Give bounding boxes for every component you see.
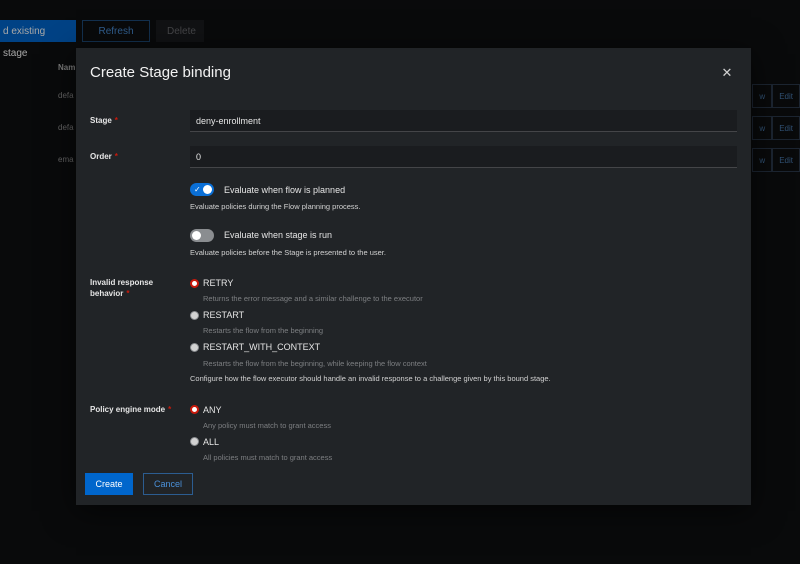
required-marker: * bbox=[114, 116, 118, 125]
order-label: Order * bbox=[90, 151, 118, 162]
required-marker: * bbox=[168, 405, 172, 414]
evaluate-run-toggle[interactable] bbox=[190, 229, 214, 242]
stage-label: Stage * bbox=[90, 115, 118, 126]
radio-retry-label[interactable]: RETRY bbox=[203, 278, 233, 288]
order-input[interactable] bbox=[190, 146, 737, 168]
radio-restart-label[interactable]: RESTART bbox=[203, 310, 244, 320]
policy-engine-mode-label: Policy engine mode * bbox=[90, 404, 171, 415]
radio-any-label[interactable]: ANY bbox=[203, 405, 222, 415]
radio-all[interactable] bbox=[190, 437, 199, 446]
radio-any-description: Any policy must match to grant access bbox=[203, 421, 331, 430]
radio-restart-with-context[interactable] bbox=[190, 343, 199, 352]
create-button[interactable]: Create bbox=[85, 473, 133, 495]
radio-all-label[interactable]: ALL bbox=[203, 437, 219, 447]
evaluate-run-helper: Evaluate policies before the Stage is pr… bbox=[190, 248, 386, 257]
required-marker: * bbox=[114, 152, 118, 161]
radio-retry[interactable] bbox=[190, 279, 199, 288]
toggle-knob bbox=[192, 231, 201, 240]
radio-restart[interactable] bbox=[190, 311, 199, 320]
required-marker: * bbox=[126, 289, 130, 298]
invalid-response-label: Invalid response behavior * bbox=[90, 277, 153, 299]
radio-restart-description: Restarts the flow from the beginning bbox=[203, 326, 324, 335]
radio-any[interactable] bbox=[190, 405, 199, 414]
invalid-response-label-line1: Invalid response bbox=[90, 278, 154, 287]
stage-label-text: Stage bbox=[90, 116, 112, 125]
evaluate-planned-label: Evaluate when flow is planned bbox=[224, 185, 346, 195]
order-label-text: Order bbox=[90, 152, 112, 161]
stage-input[interactable] bbox=[190, 110, 737, 132]
radio-restart-with-context-description: Restarts the flow from the beginning, wh… bbox=[203, 359, 427, 368]
invalid-response-label-line2: behavior bbox=[90, 289, 124, 298]
policy-engine-mode-label-text: Policy engine mode bbox=[90, 405, 166, 414]
radio-all-description: All policies must match to grant access bbox=[203, 453, 333, 462]
cancel-button[interactable]: Cancel bbox=[143, 473, 193, 495]
check-icon: ✓ bbox=[194, 185, 201, 194]
modal-title: Create Stage binding bbox=[90, 64, 231, 81]
close-icon[interactable]: ✕ bbox=[719, 66, 735, 82]
evaluate-planned-helper: Evaluate policies during the Flow planni… bbox=[190, 202, 361, 211]
evaluate-run-label: Evaluate when stage is run bbox=[224, 230, 333, 240]
invalid-response-helper: Configure how the flow executor should h… bbox=[190, 374, 551, 383]
radio-restart-with-context-label[interactable]: RESTART_WITH_CONTEXT bbox=[203, 342, 320, 352]
create-stage-binding-modal: Create Stage binding ✕ Stage* Order* ✓ E… bbox=[76, 48, 751, 505]
evaluate-planned-toggle[interactable]: ✓ bbox=[190, 183, 214, 196]
toggle-knob bbox=[203, 185, 212, 194]
radio-retry-description: Returns the error message and a similar … bbox=[203, 294, 423, 303]
